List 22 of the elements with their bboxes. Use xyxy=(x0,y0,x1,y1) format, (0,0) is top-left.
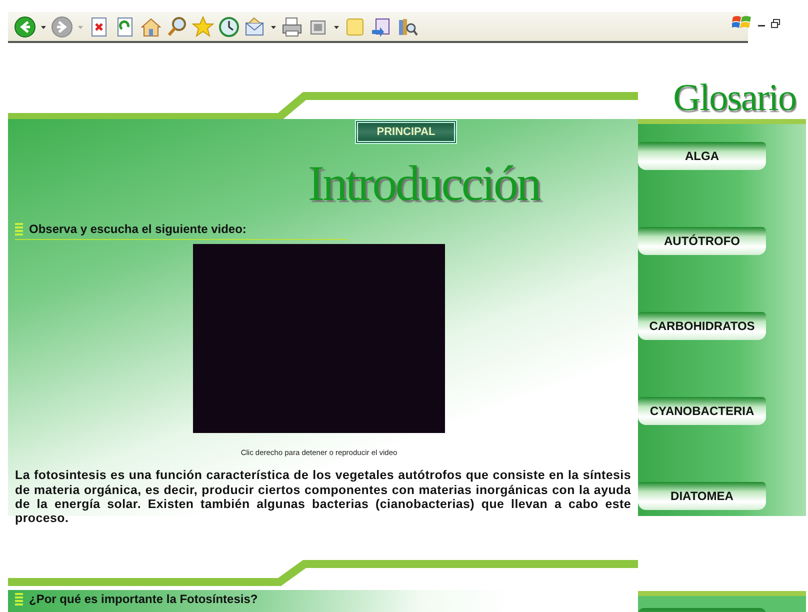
search-icon[interactable] xyxy=(166,16,188,38)
glossary-button[interactable]: AUTÓTROFO xyxy=(638,227,766,255)
glossary-button[interactable]: DIATOMEA xyxy=(638,482,766,510)
bullet-icon xyxy=(15,222,23,236)
history-icon[interactable] xyxy=(218,16,240,38)
paragraph: La fotosintesis es una función característica de los vegetales autótrofos que consiste en la síntesis de materia orgánica, es decir, producir ciertos componentes con materias inorgánicas con la ayuda de la energía solar. Existen también algunas bacterias (cianobacterias) que llevan a cabo este proceso. xyxy=(15,468,631,526)
mail-icon[interactable] xyxy=(244,16,266,38)
section-heading: Observa y escucha el siguiente video: xyxy=(29,221,246,238)
home-icon[interactable] xyxy=(140,16,162,38)
glossary-button[interactable]: CARBOHIDRATOS xyxy=(638,312,766,340)
restore-icon[interactable] xyxy=(771,18,780,28)
messenger-icon[interactable] xyxy=(370,16,392,38)
bullet-icon xyxy=(15,592,23,606)
glossary-title: Glosario xyxy=(672,76,797,119)
glossary-button[interactable]: ALGA xyxy=(638,142,766,170)
star-icon[interactable] xyxy=(192,16,214,38)
printer-icon[interactable] xyxy=(281,16,303,38)
back-icon[interactable] xyxy=(14,16,36,38)
page-title: Introducción xyxy=(308,158,540,208)
glossary-button[interactable]: CYANOBACTERIA xyxy=(638,397,766,425)
principal-button[interactable]: PRINCIPAL xyxy=(355,120,457,144)
section-heading: ¿Por qué es importante la Fotosíntesis? xyxy=(29,591,258,608)
